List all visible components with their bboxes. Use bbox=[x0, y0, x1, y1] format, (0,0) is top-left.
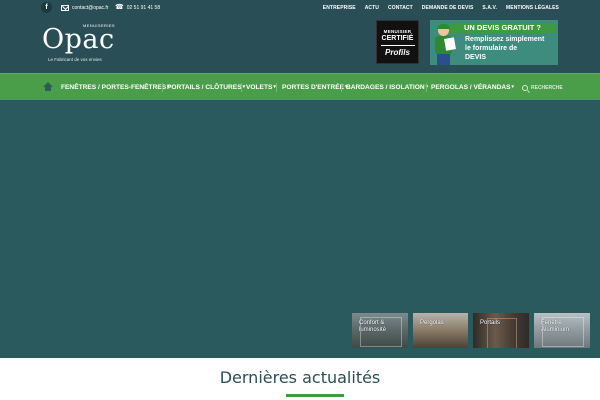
chevron-down-icon: ▾ bbox=[242, 84, 246, 90]
top-link-mentions[interactable]: MENTIONS LÉGALES bbox=[506, 5, 559, 11]
chevron-down-icon: ▾ bbox=[511, 84, 515, 90]
nav-item-portes[interactable]: PORTES D'ENTRÉE▾ bbox=[282, 74, 348, 101]
mail-icon bbox=[61, 4, 69, 11]
hero-thumbnail-fenetre-aluminium[interactable]: Fenêtre Aluminium bbox=[534, 313, 590, 348]
site-logo[interactable]: MENUISERIES Opac Le Fabricant de vos env… bbox=[42, 20, 122, 70]
search-icon bbox=[522, 84, 528, 91]
home-icon[interactable] bbox=[43, 82, 53, 91]
top-link-sav[interactable]: S.A.V. bbox=[482, 5, 497, 11]
main-nav: FENÊTRES / PORTES-FENÊTRES▾ PORTAILS / C… bbox=[0, 73, 600, 100]
nav-divider bbox=[276, 83, 277, 92]
devis-line1: Remplissez simplement bbox=[465, 36, 545, 43]
email-text: contact@opac.fr bbox=[72, 4, 109, 11]
hero-slider: Confort & luminosité Pergolas Portails F… bbox=[0, 100, 600, 358]
thumbnail-label: Pergolas bbox=[420, 320, 444, 326]
nav-item-volets[interactable]: VOLETS▾ bbox=[246, 74, 276, 101]
hero-thumbnail-pergolas[interactable]: Pergolas bbox=[413, 313, 468, 348]
top-link-contact[interactable]: CONTACT bbox=[388, 5, 413, 11]
hero-thumbnail-confort[interactable]: Confort & luminosité bbox=[352, 313, 408, 348]
nav-item-portails[interactable]: PORTAILS / CLÔTURES▾ bbox=[167, 74, 245, 101]
top-link-entreprise[interactable]: ENTREPRISE bbox=[323, 5, 356, 11]
email-link[interactable]: contact@opac.fr bbox=[61, 0, 108, 15]
logo-name: Opac bbox=[42, 24, 115, 55]
certification-badge[interactable]: MENUISIER CERTIFIÉ Profils bbox=[376, 20, 419, 64]
top-bar: f contact@opac.fr ☎ 02 51 91 41 58 ENTRE… bbox=[0, 0, 600, 15]
top-links: ENTREPRISE ACTU CONTACT DEMANDE DE DEVIS… bbox=[323, 0, 559, 15]
phone-text: 02 51 91 41 58 bbox=[126, 4, 161, 11]
thumbnail-label: Confort & luminosité bbox=[359, 320, 387, 333]
logo-tagline: Le Fabricant de vos envies bbox=[48, 57, 102, 62]
title-underline bbox=[286, 394, 344, 397]
devis-banner[interactable]: UN DEVIS GRATUIT ? Remplissez simplement… bbox=[430, 20, 558, 65]
search-button[interactable]: RECHERCHE bbox=[522, 74, 563, 101]
nav-item-bardages[interactable]: BARDAGES / ISOLATION▾ bbox=[346, 74, 428, 101]
section-title: Dernières actualités bbox=[219, 368, 381, 387]
cert-line1: MENUISIER bbox=[383, 29, 412, 34]
news-section: Dernières actualités bbox=[0, 358, 600, 400]
nav-divider bbox=[341, 83, 342, 92]
top-link-actu[interactable]: ACTU bbox=[365, 5, 379, 11]
site-header: MENUISERIES Opac Le Fabricant de vos env… bbox=[0, 15, 600, 73]
nav-item-fenetres[interactable]: FENÊTRES / PORTES-FENÊTRES▾ bbox=[61, 74, 170, 101]
devis-title: UN DEVIS GRATUIT ? bbox=[450, 23, 555, 33]
devis-line2: le formulaire de bbox=[465, 45, 518, 52]
facebook-icon[interactable]: f bbox=[41, 2, 52, 13]
cert-brand: Profils bbox=[385, 48, 410, 57]
thumbnail-label: Fenêtre Aluminium bbox=[541, 320, 570, 333]
nav-divider bbox=[426, 83, 427, 92]
nav-divider bbox=[241, 83, 242, 92]
hero-thumbnail-portails[interactable]: Portails bbox=[473, 313, 529, 348]
nav-divider bbox=[162, 83, 163, 92]
phone-icon: ☎ bbox=[115, 4, 124, 11]
cert-divider bbox=[380, 45, 415, 46]
search-label: RECHERCHE bbox=[531, 84, 563, 91]
phone-link[interactable]: ☎ 02 51 91 41 58 bbox=[115, 0, 160, 15]
cert-line2: CERTIFIÉ bbox=[381, 35, 414, 42]
top-link-devis[interactable]: DEMANDE DE DEVIS bbox=[422, 5, 474, 11]
thumbnail-label: Portails bbox=[480, 320, 501, 326]
devis-line3: DEVIS bbox=[465, 54, 487, 61]
nav-item-pergolas[interactable]: PERGOLAS / VÉRANDAS▾ bbox=[431, 74, 514, 101]
